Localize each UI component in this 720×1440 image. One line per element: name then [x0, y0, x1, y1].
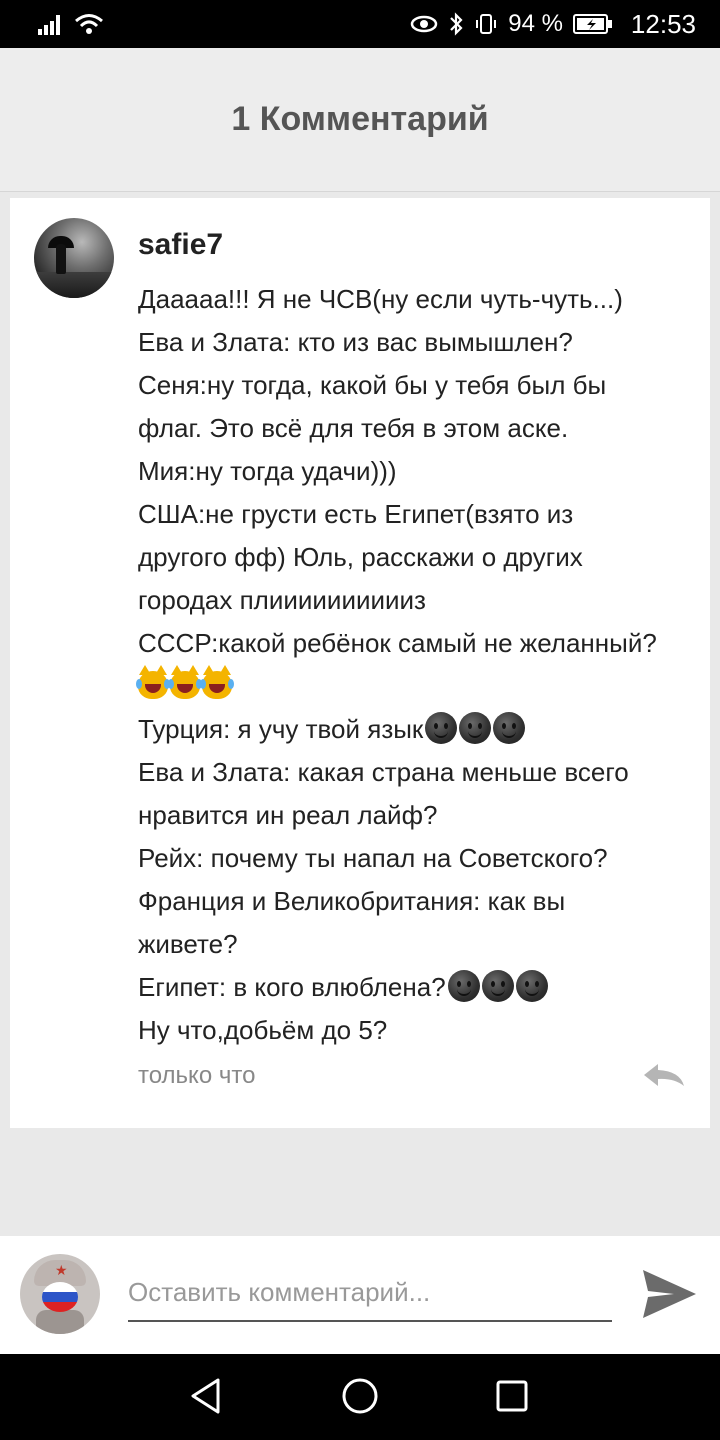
comment-line: городах плииииииииииз: [138, 585, 426, 615]
comments-header: 1 Комментарий: [0, 48, 720, 192]
signal-icon: [38, 15, 60, 35]
back-icon[interactable]: [188, 1376, 224, 1416]
emoji-line: [136, 665, 703, 708]
dark-smile-emoji-icon: [515, 970, 548, 1002]
dark-smile-emoji-icon: [447, 970, 480, 1002]
recent-apps-icon[interactable]: [494, 1376, 530, 1416]
send-icon[interactable]: [640, 1266, 698, 1322]
status-bar: 94 % 12:53: [0, 0, 720, 48]
comment-line: Дааааа!!! Я не ЧСВ(ну если чуть-чуть...): [138, 284, 623, 314]
comment-line: США:не грусти есть Египет(взято из: [138, 499, 574, 529]
crying-laughing-cat-emoji-icon: [136, 665, 170, 699]
comment-line: другого фф) Юль, расскажи о других: [138, 542, 583, 572]
dark-smile-emoji-icon: [425, 712, 458, 744]
eye-icon: [410, 15, 438, 33]
dark-smile-emoji-icon: [481, 970, 514, 1002]
comment-timestamp: только что: [138, 1062, 256, 1089]
comment-line: Рейх: почему ты напал на Советского?: [138, 843, 608, 873]
comment-line: живете?: [138, 929, 238, 959]
comment-line: Франция и Великобритания: как вы: [138, 886, 566, 916]
comment-line: нравится ин реал лайф?: [138, 800, 438, 830]
comment-line: Ева и Злата: какая страна меньше всего: [138, 757, 629, 787]
comment-line: Турция: я учу твой язык: [138, 714, 424, 744]
comment-line-with-emoji: Турция: я учу твой язык: [138, 708, 703, 751]
dark-smile-emoji-icon: [493, 712, 526, 744]
home-icon[interactable]: [340, 1376, 380, 1416]
comment-username[interactable]: safie7: [138, 228, 223, 262]
crying-laughing-cat-emoji-icon: [168, 665, 202, 699]
system-nav-bar: [0, 1354, 720, 1440]
comment-line: СССР:какой ребёнок самый не желанный?: [138, 628, 657, 658]
page-title: 1 Комментарий: [231, 100, 489, 138]
dark-smile-emoji-icon: [459, 712, 492, 744]
comment-line: флаг. Это всё для тебя в этом аске.: [138, 413, 569, 443]
comment-card: safie7 Дааааа!!! Я не ЧСВ(ну если чуть-ч…: [10, 198, 710, 1128]
comment-line: Мия:ну тогда удачи))): [138, 456, 397, 486]
comment-input-bar: ★: [0, 1236, 720, 1354]
comment-line: Египет: в кого влюблена?: [138, 972, 446, 1002]
wifi-icon: [75, 14, 103, 34]
vibrate-icon: [476, 14, 497, 34]
comment-line: Ну что,добьём до 5?: [138, 1015, 388, 1045]
user-avatar[interactable]: ★: [20, 1254, 100, 1334]
comment-line: Сеня:ну тогда, какой бы у тебя был бы: [138, 370, 607, 400]
comment-line-with-emoji: Египет: в кого влюблена?: [138, 966, 703, 1009]
commenter-avatar[interactable]: [34, 218, 114, 298]
battery-charging-icon: [572, 14, 612, 34]
reply-icon[interactable]: [640, 1060, 688, 1090]
crying-laughing-cat-emoji-icon: [200, 665, 234, 699]
comment-input[interactable]: [128, 1272, 612, 1322]
clock-time: 12:53: [630, 8, 696, 39]
bluetooth-icon: [450, 12, 463, 36]
comment-line: Ева и Злата: кто из вас вымышлен?: [138, 327, 573, 357]
battery-percent: 94 %: [508, 10, 563, 37]
comment-text: Дааааа!!! Я не ЧСВ(ну если чуть-чуть...)…: [136, 278, 703, 1052]
